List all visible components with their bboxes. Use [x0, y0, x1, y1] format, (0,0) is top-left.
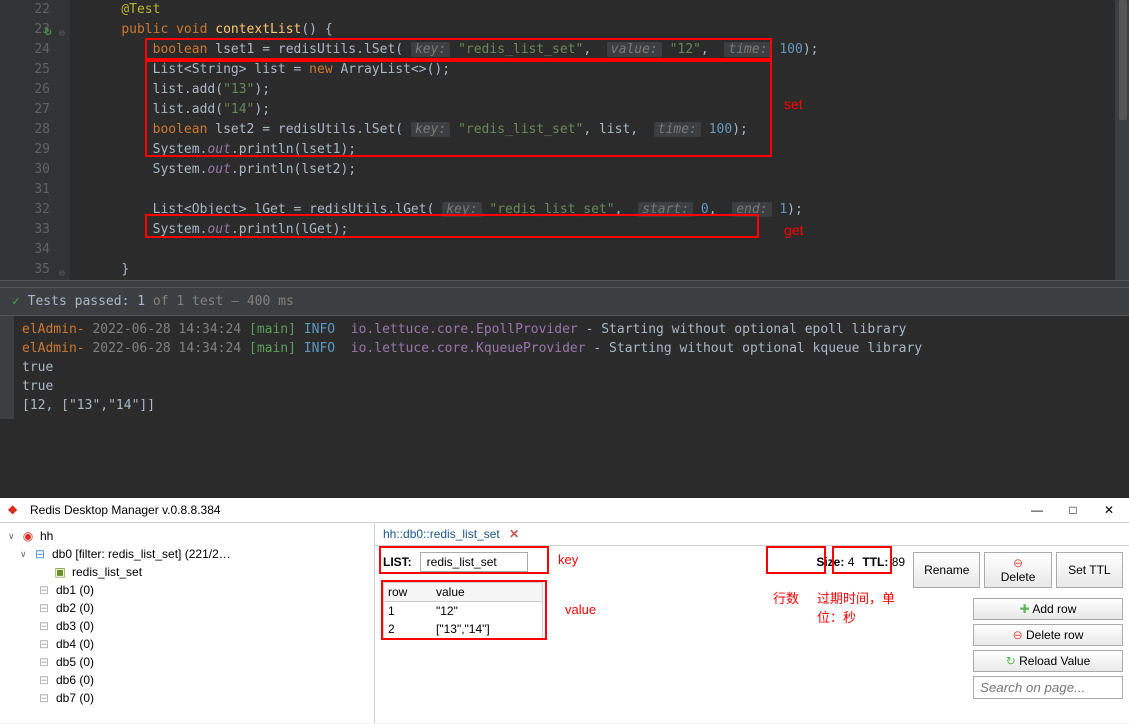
line-number: 23↻⊖ — [0, 20, 50, 40]
fold-icon[interactable]: ⊖ — [59, 264, 65, 284]
expander-icon[interactable]: ∨ — [20, 549, 32, 560]
annotation: @Test — [121, 2, 160, 17]
tab-label: hh::db0::redis_list_set — [383, 527, 500, 541]
test-total: of 1 test — [153, 294, 223, 309]
db-icon: ⊟ — [36, 619, 52, 633]
tree-database[interactable]: ⊟db6 (0) — [4, 671, 370, 689]
console-line: true — [22, 358, 1121, 377]
fold-icon[interactable]: ⊖ — [59, 24, 65, 44]
line-number: 29 — [0, 140, 50, 160]
run-icon[interactable]: ↻ — [44, 22, 52, 42]
annotation-label: value — [565, 602, 596, 617]
delete-row-button[interactable]: ⊖ Delete row — [973, 624, 1123, 646]
rdm-titlebar: ◆ Redis Desktop Manager v.0.8.8.384 — □ … — [0, 498, 1129, 523]
panel-divider[interactable] — [0, 280, 1129, 288]
code-editor: 22 23↻⊖ 24 25 26 27 28 29 30 31 32 33 34… — [0, 0, 1129, 280]
line-number: 25 — [0, 60, 50, 80]
table-row[interactable]: 2 ["13","14"] — [384, 620, 542, 638]
maximize-button[interactable]: □ — [1061, 503, 1085, 517]
annotation-label: key — [558, 552, 578, 567]
redis-icon: ◆ — [8, 502, 24, 518]
key-info-bar: LIST: Size: 4 TTL: 89 key — [375, 546, 913, 578]
line-number: 26 — [0, 80, 50, 100]
expander-icon[interactable]: ∨ — [8, 531, 20, 542]
search-input[interactable] — [973, 676, 1123, 699]
gutter: 22 23↻⊖ 24 25 26 27 28 29 30 31 32 33 34… — [0, 0, 70, 280]
tree-key[interactable]: ▣redis_list_set — [4, 563, 370, 581]
ttl-label: TTL: 89 — [862, 555, 905, 569]
db-icon: ⊟ — [36, 655, 52, 669]
test-results-bar: ✓ Tests passed: 1 of 1 test – 400 ms — [0, 288, 1129, 316]
line-number: 24 — [0, 40, 50, 60]
add-row-button[interactable]: ✚ Add row — [973, 598, 1123, 620]
console-line: elAdmin- 2022-06-28 14:34:24 [main] INFO… — [22, 339, 1121, 358]
column-header: value — [432, 583, 542, 601]
reload-value-button[interactable]: ↻ Reload Value — [973, 650, 1123, 672]
rdm-tab[interactable]: hh::db0::redis_list_set ✕ — [375, 523, 1129, 546]
console-line: true — [22, 377, 1121, 396]
rdm-main-panel: hh::db0::redis_list_set ✕ LIST: Size: 4 … — [375, 523, 1129, 723]
redis-desktop-manager: ◆ Redis Desktop Manager v.0.8.8.384 — □ … — [0, 498, 1129, 724]
db-icon: ⊟ — [36, 637, 52, 651]
console-line: elAdmin- 2022-06-28 14:34:24 [main] INFO… — [22, 320, 1121, 339]
db-icon: ⊟ — [36, 691, 52, 705]
line-number: 32 — [0, 200, 50, 220]
console-output[interactable]: elAdmin- 2022-06-28 14:34:24 [main] INFO… — [0, 316, 1129, 419]
server-icon: ◉ — [20, 529, 36, 543]
key-name-input[interactable] — [420, 552, 528, 572]
check-icon: ✓ — [12, 294, 20, 309]
line-number: 28 — [0, 120, 50, 140]
type-label: LIST: — [383, 555, 412, 569]
tree-database[interactable]: ⊟db3 (0) — [4, 617, 370, 635]
line-number: 22 — [0, 0, 50, 20]
db-icon: ⊟ — [36, 583, 52, 597]
rdm-title: Redis Desktop Manager v.0.8.8.384 — [30, 503, 1025, 517]
db-icon: ⊟ — [36, 673, 52, 687]
annotation-label: 过期时间，单位：秒 — [817, 588, 913, 626]
tree-database[interactable]: ⊟db5 (0) — [4, 653, 370, 671]
tree-database[interactable]: ⊟db4 (0) — [4, 635, 370, 653]
connection-tree[interactable]: ∨◉hh ∨⊟db0 [filter: redis_list_set] (221… — [0, 523, 375, 723]
line-number: 33 — [0, 220, 50, 240]
console-line: [12, ["13","14"]] — [22, 396, 1121, 415]
set-ttl-button[interactable]: Set TTL — [1056, 552, 1123, 588]
close-tab-icon[interactable]: ✕ — [509, 527, 519, 541]
db-icon: ⊟ — [32, 547, 48, 561]
rename-button[interactable]: Rename — [913, 552, 980, 588]
tree-database[interactable]: ⊟db7 (0) — [4, 689, 370, 707]
value-table[interactable]: row value 1 "12" 2 ["13","14"] — [383, 582, 543, 639]
tree-connection[interactable]: ∨◉hh — [4, 527, 370, 545]
tree-database[interactable]: ⊟db2 (0) — [4, 599, 370, 617]
tree-database[interactable]: ∨⊟db0 [filter: redis_list_set] (221/2… — [4, 545, 370, 563]
line-number: 30 — [0, 160, 50, 180]
db-icon: ⊟ — [36, 601, 52, 615]
annotation-label: 行数 — [773, 588, 799, 607]
key-icon: ▣ — [52, 565, 68, 579]
annotation-label: get — [784, 222, 803, 238]
close-button[interactable]: ✕ — [1097, 503, 1121, 517]
size-label: Size: 4 — [816, 555, 854, 569]
line-number: 35⊖ — [0, 260, 50, 280]
line-number: 34 — [0, 240, 50, 260]
test-status: Tests passed: 1 — [28, 294, 153, 309]
tree-database[interactable]: ⊟db1 (0) — [4, 581, 370, 599]
code-content[interactable]: @Test public void contextList() { boolea… — [70, 0, 1129, 280]
action-sidebar: Rename ⊖ Delete Set TTL ✚ Add row ⊖ Dele… — [913, 546, 1129, 699]
annotation-label: set — [784, 96, 803, 112]
line-number: 31 — [0, 180, 50, 200]
table-row[interactable]: 1 "12" — [384, 602, 542, 620]
minimize-button[interactable]: — — [1025, 503, 1049, 517]
delete-button[interactable]: ⊖ Delete — [984, 552, 1051, 588]
column-header: row — [384, 583, 432, 601]
test-time: – 400 ms — [231, 294, 294, 309]
line-number: 27 — [0, 100, 50, 120]
